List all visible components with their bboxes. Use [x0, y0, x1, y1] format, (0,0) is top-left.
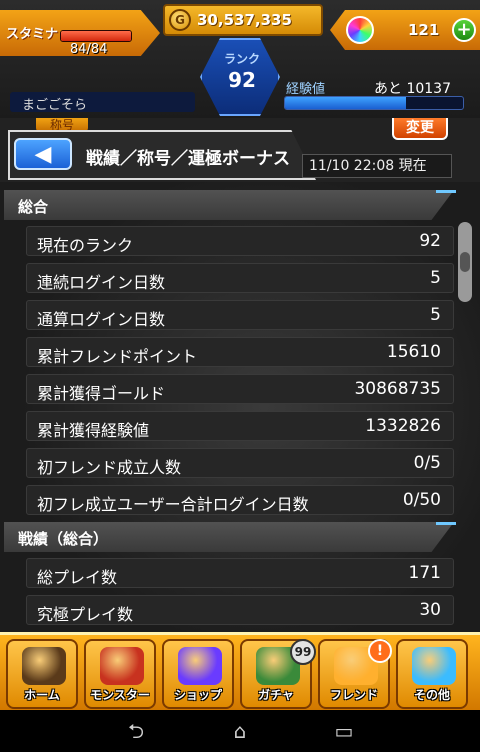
back-button[interactable]: ◀	[14, 138, 72, 170]
friend-alert-badge: !	[368, 639, 392, 663]
exp-remaining: あと 10137	[374, 81, 451, 97]
system-recent-apps-icon[interactable]: ▭	[324, 720, 364, 742]
question-mark-icon	[412, 647, 456, 685]
stamina-value: 84/84	[70, 42, 108, 57]
stat-value: 5	[430, 268, 441, 288]
title-badge-behind: 称号	[36, 118, 88, 132]
stamina-label: スタミナ	[6, 27, 59, 42]
player-name-bar: まごごそら	[10, 92, 195, 113]
stats-content[interactable]: 総合 現在のランク 92 連続ログイン日数 5 通算ログイン日数 5 累計フレン…	[0, 182, 480, 632]
stat-value: 30	[419, 600, 441, 620]
nav-gacha-button[interactable]: 99 ガチャ	[240, 639, 316, 709]
stat-value: 30868735	[354, 379, 441, 399]
stat-label: 総プレイ数	[37, 568, 118, 587]
orb-icon	[346, 16, 374, 44]
nav-label: ホーム	[24, 688, 60, 702]
stat-label: 通算ログイン日数	[37, 310, 166, 329]
monster-icon	[100, 647, 144, 685]
nav-other-button[interactable]: その他	[396, 639, 468, 709]
gold-value: 30,537,335	[197, 11, 292, 29]
rank-label: ランク	[223, 52, 260, 66]
section-accent	[436, 190, 456, 220]
stat-row: 累計フレンドポイント 15610	[26, 337, 454, 367]
stat-value: 171	[408, 563, 441, 583]
stamina-fill	[61, 31, 131, 41]
nav-shop-button[interactable]: ショップ	[162, 639, 234, 709]
stat-value: 0/50	[402, 490, 441, 510]
system-home-icon[interactable]: ⌂	[220, 720, 260, 742]
scrollbar[interactable]	[458, 222, 472, 302]
nav-label: ガチャ	[258, 688, 294, 702]
nav-monster-button[interactable]: モンスター	[84, 639, 156, 709]
stat-row: 連続ログイン日数 5	[26, 263, 454, 293]
nav-label: その他	[413, 688, 450, 702]
section-title: 戦績（総合）	[18, 530, 109, 548]
buy-orb-button[interactable]: +	[452, 18, 476, 42]
nav-label: ショップ	[173, 688, 222, 702]
stat-value: 1332826	[365, 416, 441, 436]
stat-label: 初フレ成立ユーザー合計ログイン日数	[37, 495, 309, 514]
stat-label: 連続ログイン日数	[37, 273, 166, 292]
player-name: まごごそら	[22, 98, 88, 113]
stamina-panel: スタミナ 84/84	[0, 10, 160, 56]
nav-label: モンスター	[90, 688, 150, 702]
rank-value: 92	[228, 68, 256, 92]
rank-badge: ランク 92	[200, 38, 280, 116]
stat-label: 累計フレンドポイント	[37, 347, 198, 366]
gold-panel: G 30,537,335	[163, 4, 323, 36]
stamina-bar	[60, 30, 132, 42]
bottom-navigation: ホーム モンスター ショップ 99 ガチャ ! フレンド その他	[0, 632, 480, 710]
nav-friend-button[interactable]: ! フレンド	[318, 639, 392, 709]
home-icon	[22, 647, 66, 685]
section-header-overall: 総合	[4, 190, 454, 220]
nav-home-button[interactable]: ホーム	[6, 639, 78, 709]
stat-label: 累計獲得経験値	[37, 421, 150, 440]
stat-label: 累計獲得ゴールド	[37, 384, 166, 403]
stat-row: 初フレ成立ユーザー合計ログイン日数 0/50	[26, 485, 454, 515]
stat-row: 総プレイ数 171	[26, 558, 454, 588]
page-title: 戦績／称号／運極ボーナス	[86, 149, 290, 169]
stat-row: 初フレンド成立人数 0/5	[26, 448, 454, 478]
stat-row: 累計獲得ゴールド 30868735	[26, 374, 454, 404]
stat-value: 15610	[386, 342, 441, 362]
nav-label: フレンド	[329, 688, 378, 702]
system-back-icon[interactable]: ⮌	[116, 720, 156, 742]
stat-label: 究極プレイ数	[37, 605, 134, 624]
stat-value: 5	[430, 305, 441, 325]
stat-row: 究極プレイ数 30	[26, 595, 454, 625]
stat-value: 0/5	[413, 453, 441, 473]
exp-label: 経験値	[286, 82, 326, 97]
system-navigation-bar: ⮌ ⌂ ▭	[0, 710, 480, 752]
section-header-battle: 戦績（総合）	[4, 522, 454, 552]
section-accent	[436, 522, 456, 552]
stat-label: 初フレンド成立人数	[37, 458, 182, 477]
stat-row: 通算ログイン日数 5	[26, 300, 454, 330]
scrollbar-thumb[interactable]	[460, 252, 470, 272]
gold-coin-icon: G	[169, 9, 191, 31]
stat-value: 92	[419, 231, 441, 251]
datetime-label: 11/10 22:08 現在	[302, 154, 452, 178]
exp-fill	[285, 97, 407, 109]
gacha-count-badge: 99	[290, 639, 316, 665]
stat-label: 現在のランク	[37, 236, 134, 255]
top-hud: スタミナ 84/84 G 30,537,335 121 + ランク 92 まごご…	[0, 0, 480, 118]
exp-bar	[284, 96, 464, 110]
orb-value: 121	[408, 21, 440, 39]
change-button[interactable]: 変更	[392, 118, 448, 140]
stat-row: 累計獲得経験値 1332826	[26, 411, 454, 441]
shop-orb-icon	[178, 647, 222, 685]
section-title: 総合	[18, 198, 49, 216]
orb-panel: 121 +	[330, 10, 480, 50]
stat-row: 現在のランク 92	[26, 226, 454, 256]
